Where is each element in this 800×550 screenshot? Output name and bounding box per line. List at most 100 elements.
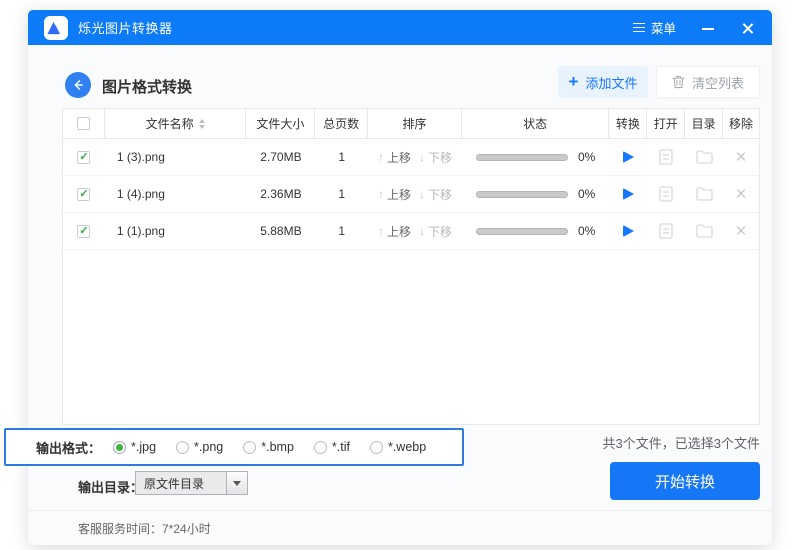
file-count-summary: 共3个文件，已选择3个文件 xyxy=(603,433,760,452)
service-hours-text: 客服服务时间：7*24小时 xyxy=(78,520,211,537)
arrow-up-icon: ↑ xyxy=(378,187,384,201)
move-up-button[interactable]: ↑ 上移 xyxy=(378,149,419,166)
arrow-down-icon: ↓ xyxy=(419,187,425,201)
folder-icon[interactable] xyxy=(696,187,713,201)
row-checkbox[interactable]: ✓ xyxy=(77,225,90,238)
trash-icon xyxy=(672,75,685,89)
format-radio-option[interactable]: *.tif xyxy=(314,440,350,454)
progress-percent: 0% xyxy=(578,150,595,164)
radio-icon xyxy=(113,441,126,454)
column-convert: 转换 xyxy=(609,109,647,138)
arrow-up-icon: ↑ xyxy=(378,224,384,238)
move-down-button[interactable]: ↓ 下移 xyxy=(419,223,452,240)
minimize-icon xyxy=(702,28,714,30)
add-files-label: 添加文件 xyxy=(585,73,637,92)
open-file-icon[interactable] xyxy=(659,149,673,165)
column-remove: 移除 xyxy=(723,109,759,138)
radio-icon xyxy=(314,441,327,454)
arrow-up-icon: ↑ xyxy=(378,150,384,164)
column-order: 排序 xyxy=(368,109,462,138)
output-format-label: 输出格式： xyxy=(36,438,101,457)
open-file-icon[interactable] xyxy=(659,223,673,239)
screenshot-canvas: 烁光图片转换器 菜单 图片格式转换 + 添加文件 xyxy=(0,0,800,550)
radio-icon xyxy=(370,441,383,454)
page-count: 1 xyxy=(315,213,368,249)
file-size: 2.36MB xyxy=(247,176,316,212)
progress-bar xyxy=(476,191,568,198)
convert-play-button[interactable] xyxy=(623,225,634,237)
folder-icon[interactable] xyxy=(696,150,713,164)
move-up-button[interactable]: ↑ 上移 xyxy=(378,223,419,240)
radio-icon xyxy=(243,441,256,454)
table-header: 文件名称 文件大小 总页数 排序 状态 转换 打开 目录 移除 xyxy=(63,109,759,139)
column-file-name: 文件名称 xyxy=(105,109,247,138)
format-radio-option[interactable]: *.png xyxy=(176,440,223,454)
table-body: ✓ 1 (3).png 2.70MB 1 ↑ 上移 ↓ 下移 0% xyxy=(63,139,759,250)
menu-button[interactable]: 菜单 xyxy=(633,18,676,37)
folder-icon[interactable] xyxy=(696,224,713,238)
chevron-down-icon xyxy=(233,481,241,486)
clear-list-button[interactable]: 清空列表 xyxy=(656,66,760,98)
format-options: *.jpg *.png *.bmp *.tif *.webp xyxy=(113,440,426,454)
select-all-checkbox[interactable] xyxy=(77,117,90,130)
close-button[interactable] xyxy=(740,20,756,36)
progress-percent: 0% xyxy=(578,187,595,201)
minimize-button[interactable] xyxy=(700,20,716,36)
format-radio-option[interactable]: *.jpg xyxy=(113,440,156,454)
start-convert-button[interactable]: 开始转换 xyxy=(610,462,760,500)
app-logo-icon xyxy=(44,16,68,40)
output-dir-value: 原文件目录 xyxy=(136,472,226,494)
column-directory: 目录 xyxy=(685,109,723,138)
remove-icon[interactable]: × xyxy=(735,185,746,204)
convert-play-button[interactable] xyxy=(623,188,634,200)
move-up-button[interactable]: ↑ 上移 xyxy=(378,186,419,203)
progress-bar xyxy=(476,154,568,161)
plus-icon: + xyxy=(569,73,579,90)
column-status: 状态 xyxy=(462,109,610,138)
remove-icon[interactable]: × xyxy=(735,148,746,167)
arrow-left-icon xyxy=(71,78,85,92)
table-row: ✓ 1 (3).png 2.70MB 1 ↑ 上移 ↓ 下移 0% xyxy=(63,139,759,176)
file-table: 文件名称 文件大小 总页数 排序 状态 转换 打开 目录 移除 ✓ 1 (3).… xyxy=(62,108,760,425)
row-checkbox[interactable]: ✓ xyxy=(77,151,90,164)
output-format-highlight: 输出格式： *.jpg *.png *.bmp *.tif *.webp xyxy=(4,428,464,466)
output-dir-label: 输出目录： xyxy=(78,477,143,496)
move-down-button[interactable]: ↓ 下移 xyxy=(419,149,452,166)
table-row: ✓ 1 (1).png 5.88MB 1 ↑ 上移 ↓ 下移 0% xyxy=(63,213,759,250)
file-name: 1 (4).png xyxy=(105,176,247,212)
app-title: 烁光图片转换器 xyxy=(78,18,173,37)
file-name: 1 (3).png xyxy=(105,139,247,175)
format-radio-option[interactable]: *.webp xyxy=(370,440,426,454)
header-checkbox-cell xyxy=(63,109,105,138)
add-files-button[interactable]: + 添加文件 xyxy=(558,66,648,98)
column-open: 打开 xyxy=(647,109,685,138)
sort-icon[interactable] xyxy=(199,119,205,129)
file-name: 1 (1).png xyxy=(105,213,247,249)
output-dir-select[interactable]: 原文件目录 xyxy=(135,471,248,495)
file-size: 5.88MB xyxy=(247,213,316,249)
arrow-down-icon: ↓ xyxy=(419,150,425,164)
format-radio-option[interactable]: *.bmp xyxy=(243,440,294,454)
hamburger-icon xyxy=(633,23,645,33)
clear-list-label: 清空列表 xyxy=(692,73,744,92)
dropdown-arrow-button[interactable] xyxy=(226,472,247,494)
page-count: 1 xyxy=(315,139,368,175)
open-file-icon[interactable] xyxy=(659,186,673,202)
arrow-down-icon: ↓ xyxy=(419,224,425,238)
row-checkbox[interactable]: ✓ xyxy=(77,188,90,201)
convert-play-button[interactable] xyxy=(623,151,634,163)
back-button[interactable] xyxy=(65,72,91,98)
table-row: ✓ 1 (4).png 2.36MB 1 ↑ 上移 ↓ 下移 0% xyxy=(63,176,759,213)
menu-label: 菜单 xyxy=(651,18,676,37)
column-pages: 总页数 xyxy=(315,109,368,138)
page-title: 图片格式转换 xyxy=(102,76,192,97)
radio-icon xyxy=(176,441,189,454)
remove-icon[interactable]: × xyxy=(735,222,746,241)
page-count: 1 xyxy=(315,176,368,212)
progress-percent: 0% xyxy=(578,224,595,238)
file-size: 2.70MB xyxy=(247,139,316,175)
titlebar: 烁光图片转换器 菜单 xyxy=(28,10,772,45)
column-file-size: 文件大小 xyxy=(246,109,315,138)
move-down-button[interactable]: ↓ 下移 xyxy=(419,186,452,203)
progress-bar xyxy=(476,228,568,235)
